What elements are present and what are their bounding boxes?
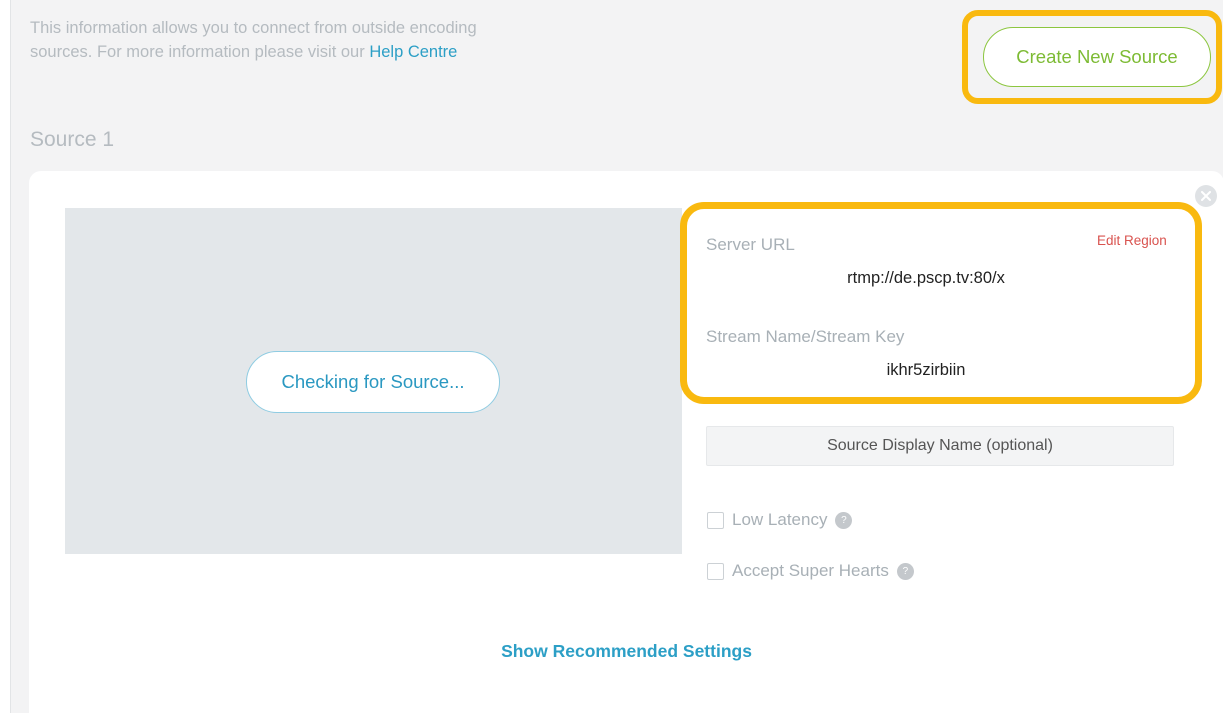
section-title: Source 1 — [30, 128, 115, 151]
close-icon[interactable] — [1195, 185, 1217, 207]
low-latency-checkbox[interactable] — [707, 511, 724, 529]
page-frame: This information allows you to connect f… — [10, 0, 1223, 713]
show-recommended-settings-link[interactable]: Show Recommended Settings — [29, 641, 1223, 662]
intro-text: This information allows you to connect f… — [30, 16, 530, 64]
help-icon[interactable]: ? — [835, 511, 853, 529]
source-display-name-input[interactable]: Source Display Name (optional) — [706, 426, 1174, 466]
edit-region-link[interactable]: Edit Region — [1097, 233, 1167, 248]
low-latency-label: Low Latency — [732, 510, 828, 529]
stream-key-label: Stream Name/Stream Key — [706, 327, 905, 346]
source-card: Checking for Source... Server URL Edit R… — [29, 171, 1223, 713]
source-preview: Checking for Source... — [65, 208, 682, 554]
create-new-source-button[interactable]: Create New Source — [983, 27, 1211, 87]
close-icon-glyph — [1201, 191, 1211, 201]
checking-source-button[interactable]: Checking for Source... — [246, 351, 500, 413]
server-url-value: rtmp://de.pscp.tv:80/x — [847, 269, 1005, 287]
low-latency-row: Low Latency ? — [707, 510, 853, 530]
help-centre-link[interactable]: Help Centre — [369, 43, 457, 61]
super-hearts-row: Accept Super Hearts ? — [707, 561, 914, 581]
server-url-label: Server URL — [706, 235, 795, 254]
super-hearts-label: Accept Super Hearts — [732, 561, 889, 580]
stream-key-value: ikhr5zirbiin — [886, 361, 966, 379]
help-icon[interactable]: ? — [896, 562, 914, 580]
super-hearts-checkbox[interactable] — [707, 562, 724, 580]
